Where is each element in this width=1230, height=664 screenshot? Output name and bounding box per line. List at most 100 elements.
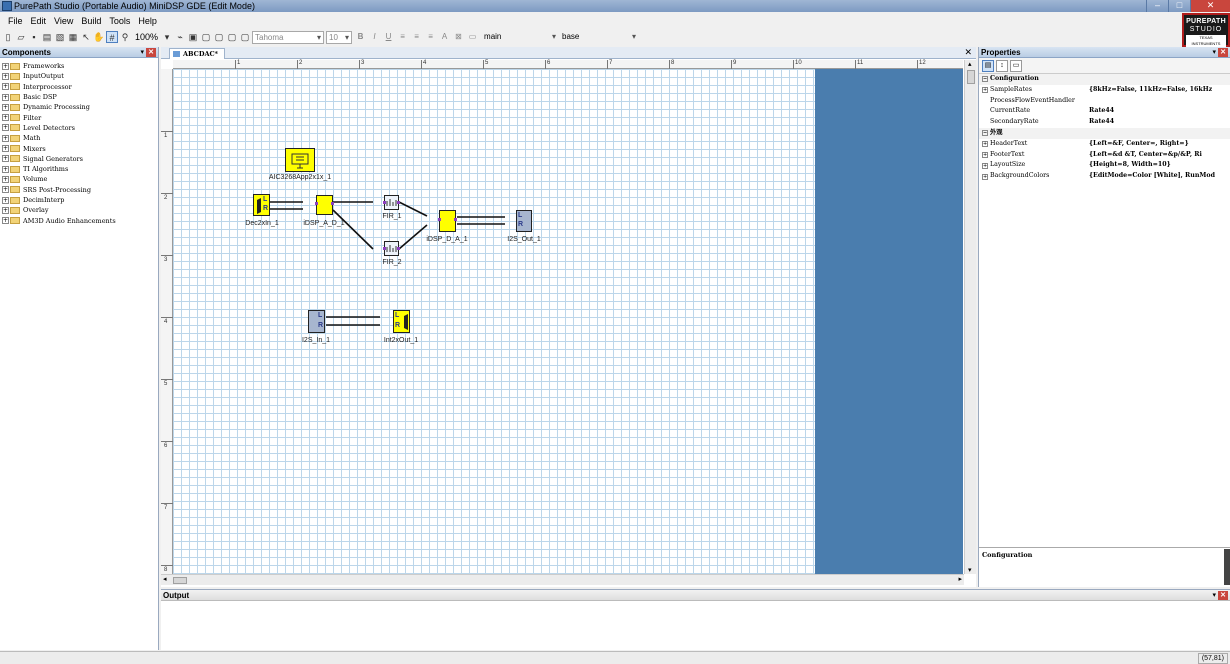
- expand-icon[interactable]: +: [2, 103, 9, 111]
- tree-item[interactable]: + InputOutput: [0, 71, 158, 81]
- italic-button[interactable]: I: [368, 31, 381, 43]
- property-value[interactable]: [1089, 96, 1230, 107]
- expand-icon[interactable]: +: [2, 62, 9, 70]
- collapse-icon[interactable]: −: [982, 76, 988, 83]
- image-icon[interactable]: ▣: [187, 31, 199, 43]
- menu-edit[interactable]: Edit: [27, 13, 51, 29]
- tab-abcdac[interactable]: ABCDAC*: [169, 48, 226, 59]
- align-left-icon[interactable]: ≡: [396, 31, 409, 43]
- close-document-icon[interactable]: ✕: [964, 47, 972, 58]
- property-row[interactable]: ProcessFlowEventHandler: [979, 96, 1230, 107]
- new-file-icon[interactable]: ▯: [2, 31, 14, 43]
- base-select[interactable]: base: [560, 31, 638, 44]
- close-window-button[interactable]: ✕: [1190, 0, 1230, 12]
- property-value[interactable]: {Height=8, Width=10}: [1089, 160, 1230, 171]
- menu-file[interactable]: File: [4, 13, 27, 29]
- menu-view[interactable]: View: [50, 13, 77, 29]
- expand-icon[interactable]: +: [2, 165, 9, 173]
- expand-icon[interactable]: +: [2, 134, 9, 142]
- horizontal-scroll-thumb[interactable]: [173, 577, 187, 584]
- expand-icon[interactable]: +: [982, 141, 988, 148]
- tree-item[interactable]: + Signal Generators: [0, 154, 158, 164]
- menu-build[interactable]: Build: [77, 13, 105, 29]
- ungroup-icon[interactable]: ▢: [213, 31, 225, 43]
- expand-icon[interactable]: +: [2, 145, 9, 153]
- print-icon[interactable]: ▦: [67, 31, 79, 43]
- aic3268-block[interactable]: [285, 148, 315, 172]
- property-value[interactable]: {EditMode=Color [White], RunMod: [1089, 171, 1230, 182]
- scroll-up-icon[interactable]: ▴: [968, 60, 972, 68]
- zoom-dropdown-icon[interactable]: ▾: [161, 31, 173, 43]
- property-value[interactable]: {Left=&d &T, Center=&p/&P, Ri: [1089, 150, 1230, 161]
- property-value[interactable]: {Left=&F, Center=, Right=}: [1089, 139, 1230, 150]
- tree-item[interactable]: + Level Detectors: [0, 123, 158, 133]
- property-category[interactable]: − Configuration: [979, 74, 1230, 85]
- property-row[interactable]: + LayoutSize {Height=8, Width=10}: [979, 160, 1230, 171]
- property-row[interactable]: + BackgroundColors {EditMode=Color [White]…: [979, 171, 1230, 182]
- underline-button[interactable]: U: [382, 31, 395, 43]
- context-select[interactable]: main: [482, 31, 558, 44]
- description-resize-grip[interactable]: [1224, 549, 1230, 585]
- save-all-icon[interactable]: ▤: [41, 31, 53, 43]
- pin-icon[interactable]: ▾: [1212, 47, 1216, 58]
- minimize-button[interactable]: –: [1146, 0, 1168, 12]
- i2s-out-block[interactable]: L R: [516, 210, 532, 232]
- group-icon[interactable]: ▢: [200, 31, 212, 43]
- collapse-icon[interactable]: −: [982, 130, 988, 137]
- scroll-left-icon[interactable]: ◂: [163, 575, 167, 583]
- idsp-d-a-block[interactable]: [438, 210, 457, 232]
- tree-item[interactable]: + AM3D Audio Enhancements: [0, 215, 158, 225]
- property-category[interactable]: − 外观: [979, 127, 1230, 139]
- expand-icon[interactable]: +: [2, 83, 9, 91]
- close-pane-icon[interactable]: ✕: [1218, 48, 1228, 57]
- vertical-scrollbar[interactable]: ▴ ▾: [964, 60, 976, 574]
- font-family-select[interactable]: Tahoma: [252, 30, 325, 44]
- fir-2-block[interactable]: [383, 241, 400, 256]
- tree-item[interactable]: + Mixers: [0, 143, 158, 153]
- tree-item[interactable]: + SRS Post-Processing: [0, 185, 158, 195]
- property-value[interactable]: Rate44: [1089, 106, 1230, 117]
- idsp-a-d-block[interactable]: [315, 195, 334, 215]
- expand-icon[interactable]: +: [2, 206, 9, 214]
- design-canvas[interactable]: AIC3268App2x1x_1 L R Dec2xIn_1 iDSP_A_D_…: [173, 69, 815, 574]
- expand-icon[interactable]: +: [2, 114, 9, 122]
- pointer-icon[interactable]: ↖: [80, 31, 92, 43]
- bold-button[interactable]: B: [354, 31, 367, 43]
- align-center-icon[interactable]: ≡: [410, 31, 423, 43]
- close-pane-icon[interactable]: ✕: [146, 48, 156, 57]
- expand-icon[interactable]: +: [2, 217, 9, 225]
- connector-icon[interactable]: ⌁: [174, 31, 186, 43]
- expand-icon[interactable]: +: [982, 151, 988, 158]
- property-pages-icon[interactable]: ▭: [1010, 59, 1022, 72]
- expand-icon[interactable]: +: [982, 87, 988, 94]
- tree-item[interactable]: + TI Algorithms: [0, 164, 158, 174]
- tree-item[interactable]: + Math: [0, 133, 158, 143]
- expand-icon[interactable]: +: [2, 93, 9, 101]
- close-pane-icon[interactable]: ✕: [1218, 591, 1228, 600]
- vertical-scroll-thumb[interactable]: [967, 70, 975, 84]
- arrange-icon[interactable]: ▢: [239, 31, 251, 43]
- menu-tools[interactable]: Tools: [105, 13, 134, 29]
- menu-help[interactable]: Help: [134, 13, 161, 29]
- tree-item[interactable]: + Interprocessor: [0, 82, 158, 92]
- expand-icon[interactable]: +: [2, 186, 9, 194]
- property-value[interactable]: Rate44: [1089, 117, 1230, 128]
- expand-icon[interactable]: +: [2, 155, 9, 163]
- print-preview-icon[interactable]: ▧: [54, 31, 66, 43]
- property-row[interactable]: + SampleRates {8kHz=False, 11kHz=False, 16…: [979, 85, 1230, 96]
- maximize-button[interactable]: □: [1168, 0, 1190, 12]
- i2s-in-block[interactable]: L R: [308, 310, 325, 333]
- expand-icon[interactable]: +: [2, 175, 9, 183]
- property-row[interactable]: SecondaryRate Rate44: [979, 117, 1230, 128]
- property-row[interactable]: CurrentRate Rate44: [979, 106, 1230, 117]
- tree-item[interactable]: + Frameworks: [0, 61, 158, 71]
- horizontal-scrollbar[interactable]: ◂ ▸: [161, 574, 964, 585]
- zoom-icon[interactable]: ⚲: [119, 31, 131, 43]
- tree-item[interactable]: + Basic DSP: [0, 92, 158, 102]
- categorized-icon[interactable]: ▤: [982, 59, 994, 72]
- property-row[interactable]: + HeaderText {Left=&F, Center=, Right=}: [979, 139, 1230, 150]
- expand-icon[interactable]: +: [2, 124, 9, 132]
- expand-icon[interactable]: +: [2, 196, 9, 204]
- pin-icon[interactable]: ▾: [1212, 590, 1216, 601]
- align-icon[interactable]: ▢: [226, 31, 238, 43]
